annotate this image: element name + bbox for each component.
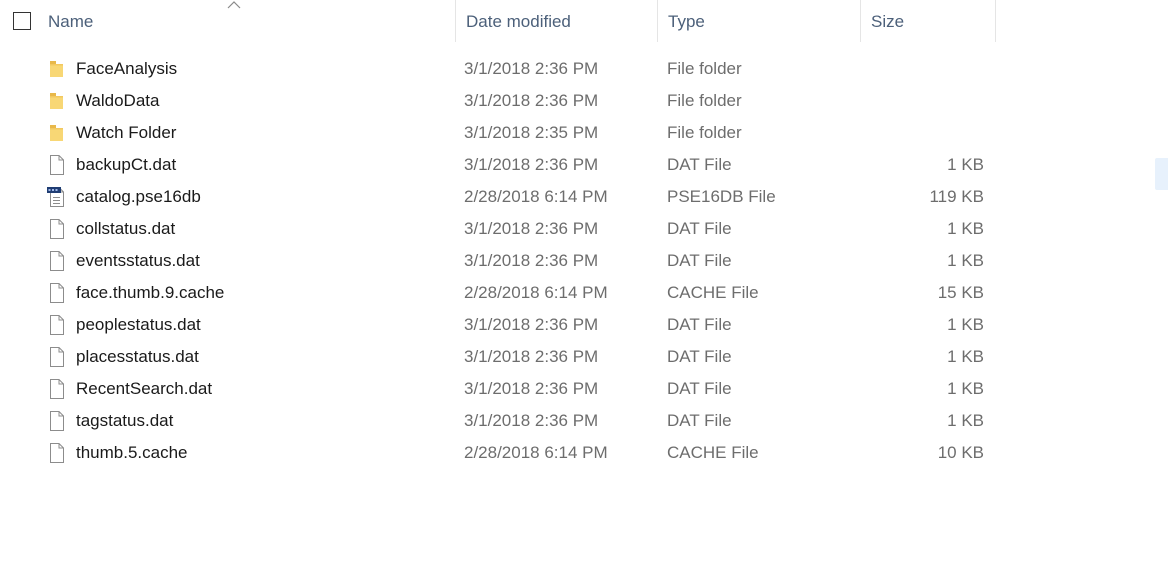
file-size: 1 KB xyxy=(947,251,984,270)
file-icon xyxy=(47,410,67,432)
file-type: CACHE File xyxy=(667,283,759,302)
column-header-name-label: Name xyxy=(48,12,94,31)
file-icon xyxy=(47,378,67,400)
file-type: DAT File xyxy=(667,347,732,366)
scroll-edge-highlight xyxy=(1155,158,1168,190)
file-name: placesstatus.dat xyxy=(76,347,199,366)
select-all-checkbox[interactable] xyxy=(13,12,31,30)
file-name: FaceAnalysis xyxy=(76,59,178,78)
file-type: DAT File xyxy=(667,379,732,398)
file-row[interactable]: backupCt.dat 3/1/2018 2:36 PM DAT File 1 KB xyxy=(0,149,1168,181)
file-icon xyxy=(47,154,67,176)
file-date-modified: 3/1/2018 2:36 PM xyxy=(464,315,599,334)
file-size: 1 KB xyxy=(947,379,984,398)
column-header-name[interactable]: Name xyxy=(38,0,455,42)
file-explorer-list: Name Date modified Type Size FaceAnalysi… xyxy=(0,0,1168,575)
file-date-modified: 2/28/2018 6:14 PM xyxy=(464,283,608,302)
file-type: DAT File xyxy=(667,155,732,174)
database-file-icon xyxy=(47,186,67,208)
column-header-date-label: Date modified xyxy=(466,12,571,31)
file-date-modified: 3/1/2018 2:36 PM xyxy=(464,155,599,174)
file-icon xyxy=(47,314,67,336)
file-date-modified: 2/28/2018 6:14 PM xyxy=(464,443,608,462)
file-size xyxy=(860,85,984,117)
file-name: tagstatus.dat xyxy=(76,411,174,430)
file-row[interactable]: collstatus.dat 3/1/2018 2:36 PM DAT File 1 … xyxy=(0,213,1168,245)
file-size: 1 KB xyxy=(947,315,984,334)
file-type: CACHE File xyxy=(667,443,759,462)
file-row[interactable]: eventsstatus.dat 3/1/2018 2:36 PM DAT File… xyxy=(0,245,1168,277)
file-icon xyxy=(47,250,67,272)
file-type: File folder xyxy=(667,91,742,110)
file-name: thumb.5.cache xyxy=(76,443,188,462)
file-row[interactable]: peoplestatus.dat 3/1/2018 2:36 PM DAT File… xyxy=(0,309,1168,341)
sort-ascending-icon xyxy=(227,1,241,9)
file-icon xyxy=(47,282,67,304)
file-size: 119 KB xyxy=(929,187,984,206)
folder-icon xyxy=(47,90,67,112)
file-date-modified: 3/1/2018 2:36 PM xyxy=(464,59,599,78)
file-date-modified: 3/1/2018 2:36 PM xyxy=(464,251,599,270)
file-row[interactable]: RecentSearch.dat 3/1/2018 2:36 PM DAT File… xyxy=(0,373,1168,405)
file-row[interactable]: tagstatus.dat 3/1/2018 2:36 PM DAT File 1 K… xyxy=(0,405,1168,437)
file-list: FaceAnalysis 3/1/2018 2:36 PM File folder W… xyxy=(0,53,1168,469)
file-type: DAT File xyxy=(667,251,732,270)
file-type: File folder xyxy=(667,123,742,142)
file-icon xyxy=(47,346,67,368)
file-date-modified: 3/1/2018 2:36 PM xyxy=(464,347,599,366)
folder-icon xyxy=(47,122,67,144)
file-date-modified: 3/1/2018 2:36 PM xyxy=(464,91,599,110)
file-type: PSE16DB File xyxy=(667,187,776,206)
file-date-modified: 3/1/2018 2:36 PM xyxy=(464,379,599,398)
file-name: eventsstatus.dat xyxy=(76,251,200,270)
file-type: DAT File xyxy=(667,315,732,334)
file-name: backupCt.dat xyxy=(76,155,177,174)
file-icon xyxy=(47,442,67,464)
file-size xyxy=(860,53,984,85)
column-header-type-label: Type xyxy=(668,12,705,31)
file-size: 1 KB xyxy=(947,219,984,238)
file-date-modified: 3/1/2018 2:36 PM xyxy=(464,411,599,430)
file-row[interactable]: placesstatus.dat 3/1/2018 2:36 PM DAT File… xyxy=(0,341,1168,373)
file-date-modified: 3/1/2018 2:35 PM xyxy=(464,123,599,142)
file-date-modified: 3/1/2018 2:36 PM xyxy=(464,219,599,238)
file-name: RecentSearch.dat xyxy=(76,379,213,398)
file-name: peoplestatus.dat xyxy=(76,315,201,334)
column-header-date-modified[interactable]: Date modified xyxy=(455,0,658,42)
file-name: collstatus.dat xyxy=(76,219,176,238)
file-size: 10 KB xyxy=(937,443,984,462)
file-size xyxy=(860,117,984,149)
file-size: 1 KB xyxy=(947,155,984,174)
column-header-size-label: Size xyxy=(871,12,905,31)
file-row[interactable]: catalog.pse16db 2/28/2018 6:14 PM PSE16DB … xyxy=(0,181,1168,213)
column-header-row: Name Date modified Type Size xyxy=(0,0,1168,42)
file-icon xyxy=(47,218,67,240)
file-date-modified: 2/28/2018 6:14 PM xyxy=(464,187,608,206)
file-size: 1 KB xyxy=(947,347,984,366)
file-type: File folder xyxy=(667,59,742,78)
file-name: WaldoData xyxy=(76,91,160,110)
file-row[interactable]: face.thumb.9.cache 2/28/2018 6:14 PM CACHE… xyxy=(0,277,1168,309)
folder-icon xyxy=(47,58,67,80)
file-name: Watch Folder xyxy=(76,123,177,142)
file-row[interactable]: thumb.5.cache 2/28/2018 6:14 PM CACHE File… xyxy=(0,437,1168,469)
file-row[interactable]: FaceAnalysis 3/1/2018 2:36 PM File folder xyxy=(0,53,1168,85)
file-type: DAT File xyxy=(667,411,732,430)
file-size: 1 KB xyxy=(947,411,984,430)
file-row[interactable]: Watch Folder 3/1/2018 2:35 PM File folder xyxy=(0,117,1168,149)
file-size: 15 KB xyxy=(937,283,984,302)
column-header-size[interactable]: Size xyxy=(860,0,996,42)
file-name: catalog.pse16db xyxy=(76,187,201,206)
file-name: face.thumb.9.cache xyxy=(76,283,225,302)
file-row[interactable]: WaldoData 3/1/2018 2:36 PM File folder xyxy=(0,85,1168,117)
file-type: DAT File xyxy=(667,219,732,238)
column-header-type[interactable]: Type xyxy=(657,0,860,42)
